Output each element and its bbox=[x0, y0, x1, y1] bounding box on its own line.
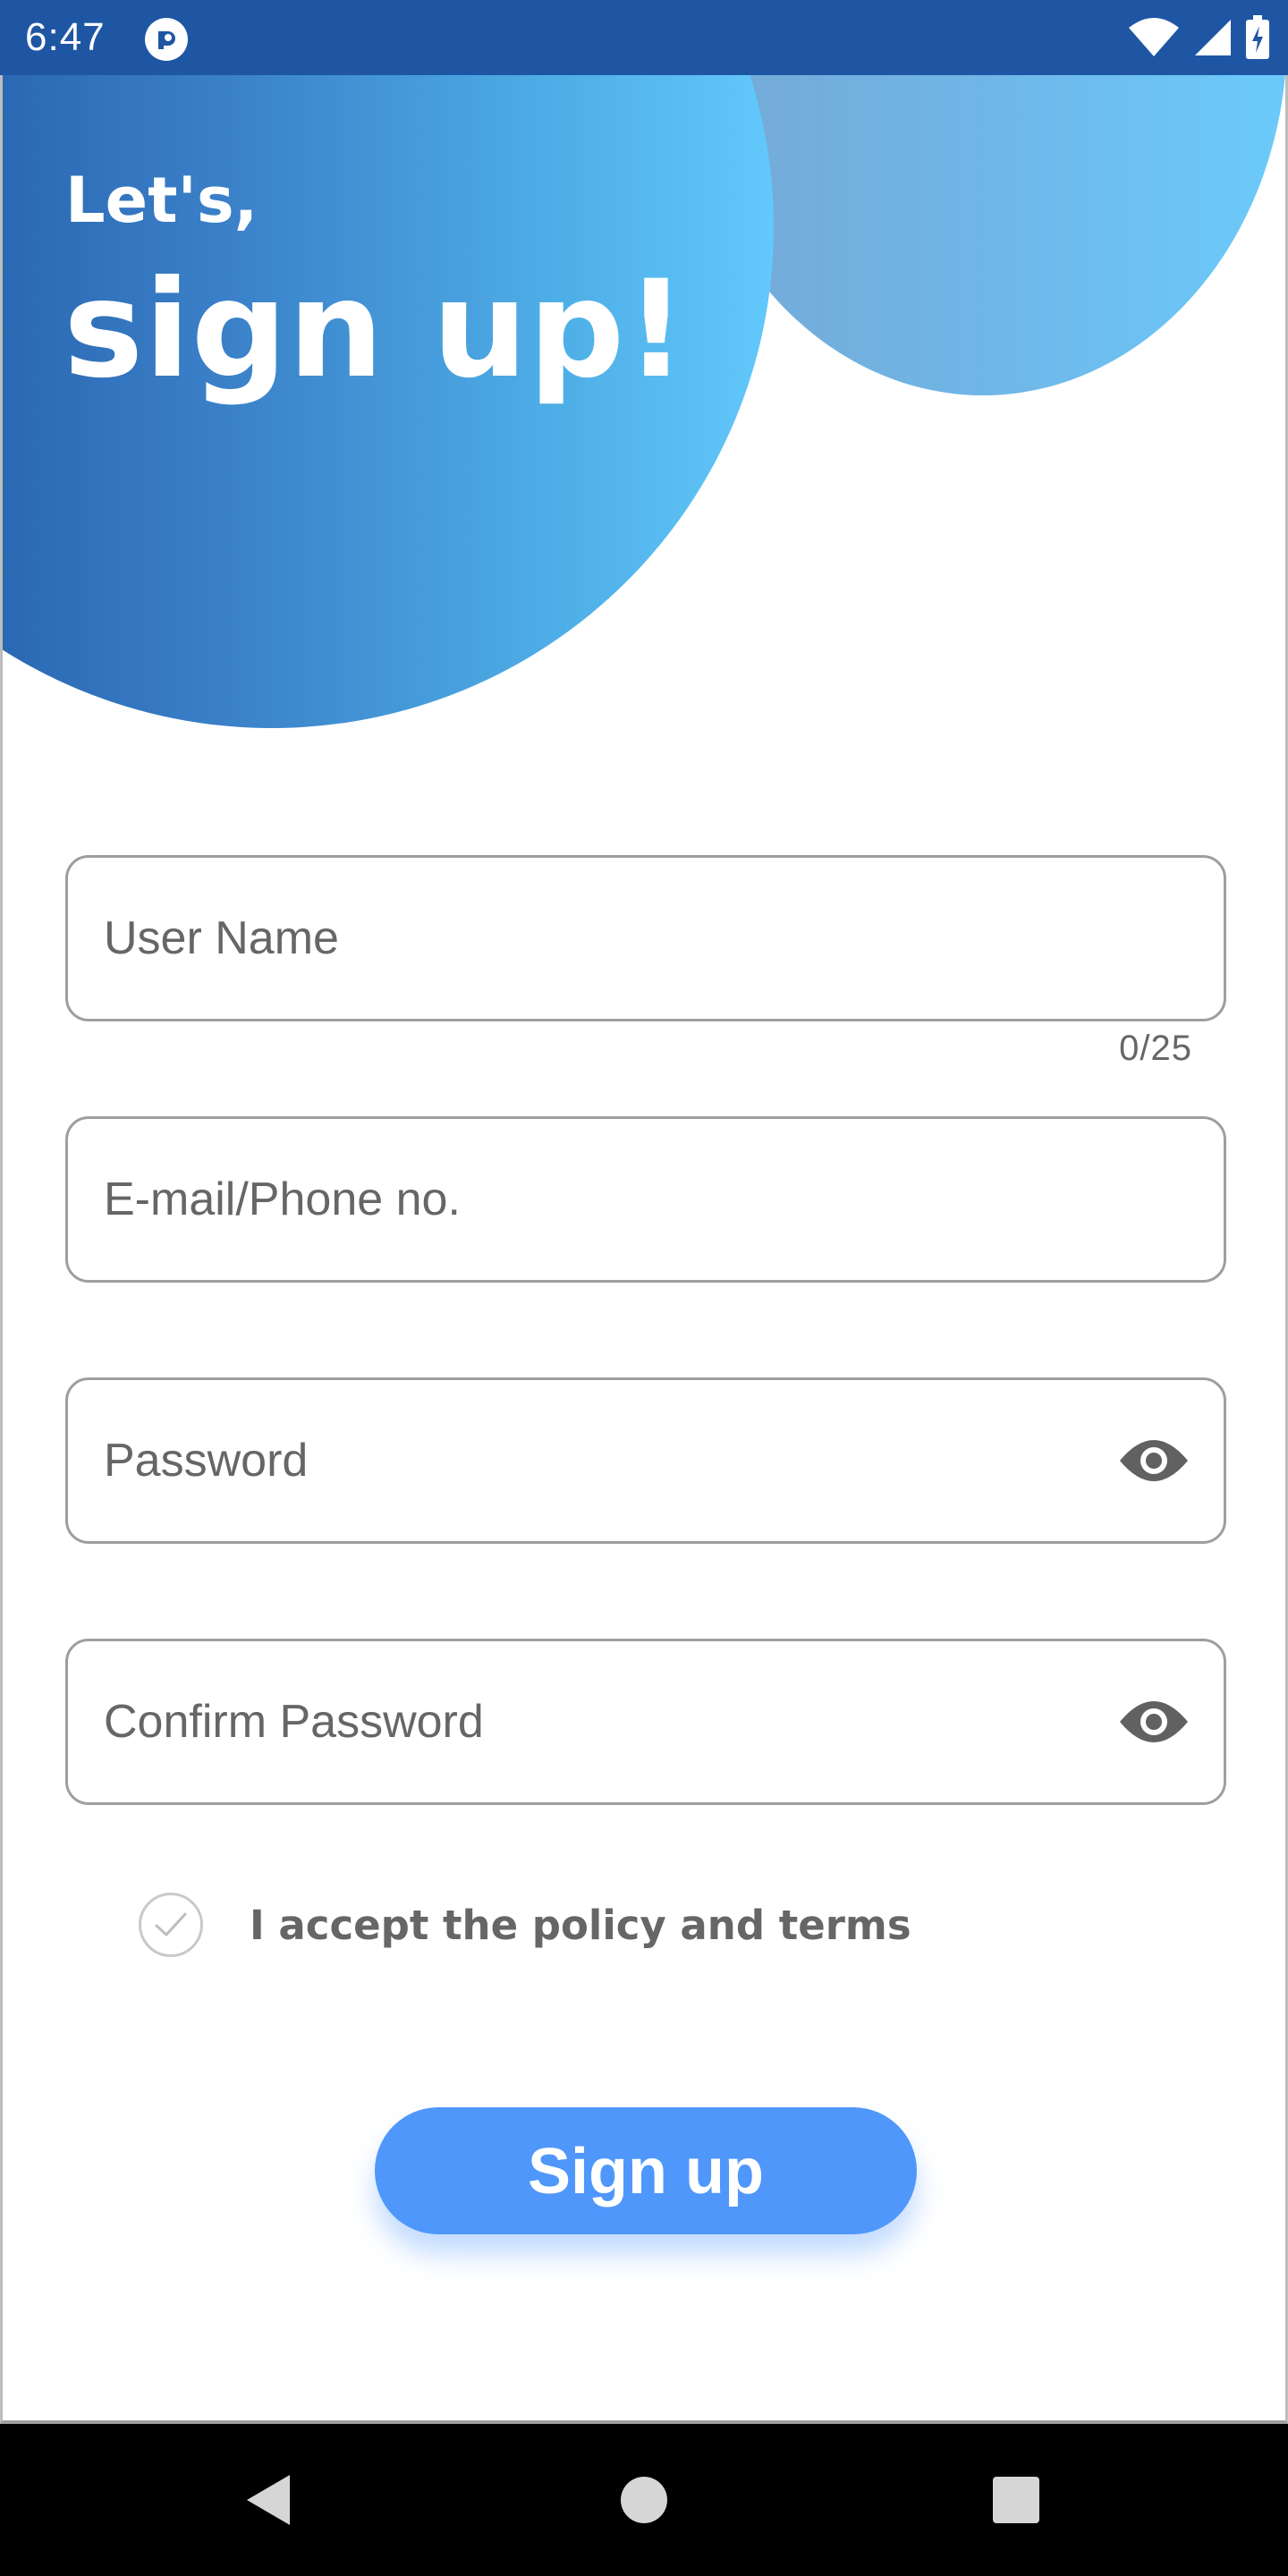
wifi-icon bbox=[1129, 18, 1179, 56]
username-char-counter: 0/25 bbox=[1119, 1029, 1192, 1068]
hero-greeting: Let's, bbox=[65, 164, 258, 237]
check-icon bbox=[155, 1912, 187, 1936]
hero-headline: sign up! bbox=[64, 252, 688, 408]
signup-screen: 6:47 Let's, sign up! User Name 0/25 E-ma… bbox=[0, 0, 1288, 2576]
terms-checkbox[interactable] bbox=[139, 1893, 203, 1957]
sign-up-button[interactable]: Sign up bbox=[375, 2107, 917, 2234]
home-icon[interactable] bbox=[608, 2464, 680, 2536]
battery-charging-icon bbox=[1246, 15, 1269, 59]
back-icon[interactable] bbox=[233, 2464, 304, 2536]
status-bar: 6:47 bbox=[0, 0, 1288, 75]
password-field[interactable] bbox=[65, 1377, 1226, 1544]
status-icons bbox=[1127, 14, 1270, 61]
content-area: Let's, sign up! 0/25 bbox=[0, 75, 1288, 2424]
system-nav-bar bbox=[0, 2424, 1288, 2576]
username-input[interactable] bbox=[104, 858, 1070, 1019]
username-field[interactable] bbox=[65, 855, 1226, 1021]
terms-label: I accept the policy and terms bbox=[250, 1901, 911, 1949]
recents-icon[interactable] bbox=[980, 2464, 1052, 2536]
confirm-password-input[interactable] bbox=[104, 1641, 1070, 1802]
email-phone-input[interactable] bbox=[104, 1119, 1070, 1280]
app-notification-icon bbox=[145, 18, 188, 61]
cell-signal-icon bbox=[1195, 20, 1231, 55]
eye-icon[interactable] bbox=[1118, 1432, 1190, 1489]
password-input[interactable] bbox=[104, 1380, 1070, 1541]
confirm-password-field[interactable] bbox=[65, 1639, 1226, 1805]
status-time: 6:47 bbox=[25, 15, 106, 59]
terms-row: I accept the policy and terms bbox=[139, 1889, 911, 1961]
eye-icon[interactable] bbox=[1118, 1693, 1190, 1750]
email-phone-field[interactable] bbox=[65, 1116, 1226, 1283]
